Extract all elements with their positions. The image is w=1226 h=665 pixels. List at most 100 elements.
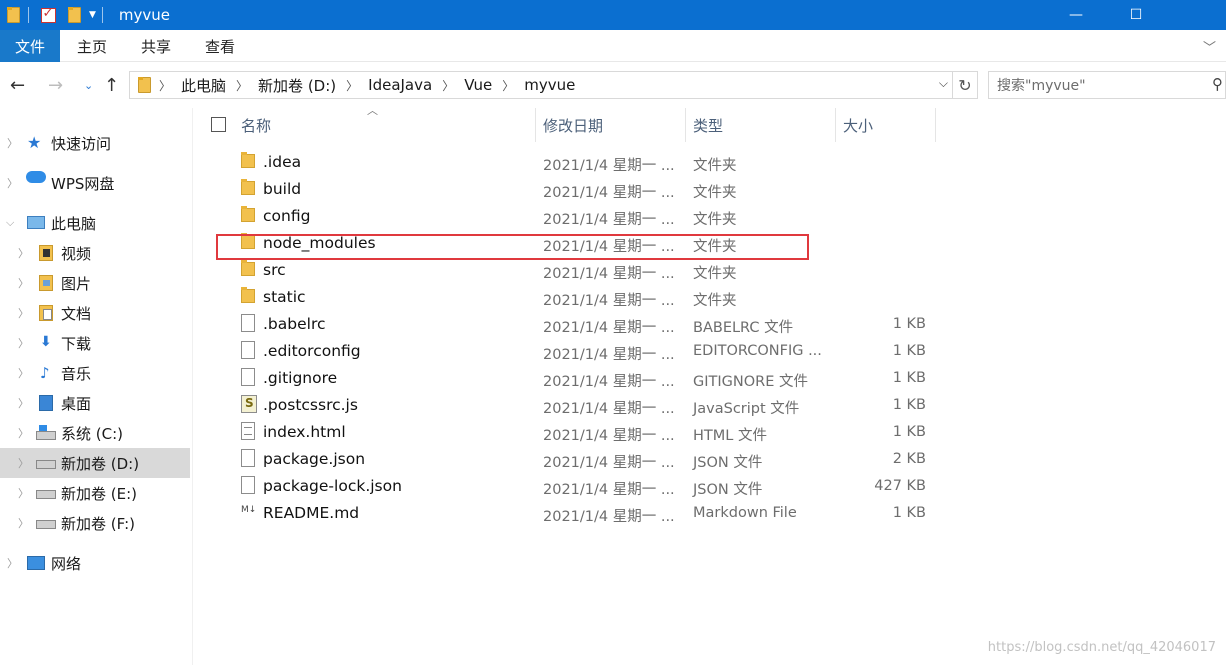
tab-home[interactable]: 主页 [60,30,124,62]
file-row[interactable]: build 2021/1/4 星期一 ... 文件夹 [195,176,1226,203]
nav-item-network[interactable]: 〉 网络 [0,548,190,578]
breadcrumb-this-pc[interactable]: 此电脑 [181,75,226,96]
file-size: 1 KB [892,316,926,332]
drive-icon [36,490,56,499]
nav-item-drive-f[interactable]: 〉 新加卷 (F:) [0,508,190,538]
refresh-button[interactable]: ↻ [953,71,978,99]
customize-toolbar-icon[interactable]: ▼ [89,10,96,20]
breadcrumb-myvue[interactable]: myvue [524,76,575,94]
column-divider[interactable] [835,108,836,142]
network-icon [27,556,45,570]
file-row[interactable]: .babelrc 2021/1/4 星期一 ... BABELRC 文件 1 K… [195,311,1226,338]
nav-item-music[interactable]: 〉 ♪ 音乐 [0,358,190,388]
expand-icon[interactable]: 〉 [18,245,29,261]
properties-icon[interactable] [39,6,57,24]
expand-icon[interactable]: 〉 [18,395,29,411]
select-all-checkbox[interactable] [211,117,226,132]
file-date: 2021/1/4 星期一 ... [543,320,675,336]
new-folder-icon[interactable] [65,6,83,24]
file-name: .idea [263,153,302,171]
folder-icon [241,206,255,222]
nav-item-this-pc[interactable]: ⌵ 此电脑 [0,208,190,238]
chevron-right-icon[interactable]: 〉 [442,77,454,94]
collapse-icon[interactable]: ⌵ [6,216,14,230]
column-divider[interactable] [935,108,936,142]
recent-locations-icon[interactable]: ⌄ [84,79,93,92]
address-row: ← → ⌄ ↑ 〉 此电脑 〉 新加卷 (D:) 〉 IdeaJava 〉 Vu… [0,62,1226,108]
file-row[interactable]: src 2021/1/4 星期一 ... 文件夹 [195,257,1226,284]
up-button[interactable]: ↑ [104,75,119,96]
file-type: 文件夹 [693,293,737,309]
search-input[interactable]: 搜索"myvue" ⚲ [988,71,1226,99]
chevron-right-icon[interactable]: 〉 [346,77,358,94]
minimize-button[interactable]: — [1046,0,1106,30]
expand-icon[interactable]: 〉 [18,335,29,351]
nav-item-desktop[interactable]: 〉 桌面 [0,388,190,418]
expand-icon[interactable]: 〉 [7,175,18,191]
nav-item-wps-drive[interactable]: 〉 WPS网盘 [0,168,190,198]
breadcrumb-vue[interactable]: Vue [464,76,492,94]
column-name[interactable]: 名称 [241,108,271,142]
breadcrumb-drive-d[interactable]: 新加卷 (D:) [258,75,336,96]
search-icon[interactable]: ⚲ [1212,75,1223,93]
expand-icon[interactable]: 〉 [18,425,29,441]
file-date: 2021/1/4 星期一 ... [543,509,675,525]
nav-item-downloads[interactable]: 〉 ⬇ 下载 [0,328,190,358]
file-name: package.json [263,450,366,468]
close-button[interactable] [1166,0,1226,30]
file-name: .babelrc [263,315,326,333]
column-divider[interactable] [685,108,686,142]
column-date[interactable]: 修改日期 [543,108,603,142]
nav-label: 网络 [51,554,82,573]
file-row[interactable]: .editorconfig 2021/1/4 星期一 ... EDITORCON… [195,338,1226,365]
nav-item-pictures[interactable]: 〉 图片 [0,268,190,298]
file-row[interactable]: .idea 2021/1/4 星期一 ... 文件夹 [195,149,1226,176]
file-row[interactable]: .gitignore 2021/1/4 星期一 ... GITIGNORE 文件… [195,365,1226,392]
expand-icon[interactable]: 〉 [7,555,18,571]
expand-icon[interactable]: 〉 [18,455,29,471]
nav-item-quick-access[interactable]: 〉 ★ 快速访问 [0,128,190,158]
expand-ribbon-icon[interactable]: ﹀ [1203,37,1216,56]
expand-icon[interactable]: 〉 [18,275,29,291]
file-type: EDITORCONFIG ... [693,343,822,359]
column-divider[interactable] [535,108,536,142]
expand-icon[interactable]: 〉 [18,515,29,531]
tab-view[interactable]: 查看 [188,30,252,62]
file-type: JSON 文件 [693,455,763,471]
nav-item-drive-c[interactable]: 〉 系统 (C:) [0,418,190,448]
nav-item-drive-e[interactable]: 〉 新加卷 (E:) [0,478,190,508]
address-bar[interactable]: 〉 此电脑 〉 新加卷 (D:) 〉 IdeaJava 〉 Vue 〉 myvu… [129,71,953,99]
tab-file[interactable]: 文件 [0,30,61,62]
chevron-right-icon[interactable]: 〉 [502,77,514,94]
file-row[interactable]: package.json 2021/1/4 星期一 ... JSON 文件 2 … [195,446,1226,473]
chevron-right-icon[interactable]: 〉 [159,77,171,94]
file-icon [241,449,255,467]
nav-item-drive-d[interactable]: 〉 新加卷 (D:) [0,448,190,478]
expand-icon[interactable]: 〉 [18,305,29,321]
expand-icon[interactable]: 〉 [7,135,18,151]
file-date: 2021/1/4 星期一 ... [543,185,675,201]
file-row[interactable]: .postcssrc.js 2021/1/4 星期一 ... JavaScrip… [195,392,1226,419]
file-row[interactable]: README.md 2021/1/4 星期一 ... Markdown File… [195,500,1226,527]
expand-icon[interactable]: 〉 [18,485,29,501]
maximize-button[interactable]: ☐ [1106,0,1166,30]
file-row[interactable]: config 2021/1/4 星期一 ... 文件夹 [195,203,1226,230]
file-size: 1 KB [892,505,926,521]
tab-share[interactable]: 共享 [124,30,188,62]
chevron-down-icon[interactable]: ⌵ [939,76,948,91]
column-size[interactable]: 大小 [843,108,873,142]
breadcrumb-ideajava[interactable]: IdeaJava [368,76,432,94]
chevron-right-icon[interactable]: 〉 [236,77,248,94]
file-row[interactable]: package-lock.json 2021/1/4 星期一 ... JSON … [195,473,1226,500]
expand-icon[interactable]: 〉 [18,365,29,381]
column-type[interactable]: 类型 [693,108,723,142]
nav-item-documents[interactable]: 〉 文档 [0,298,190,328]
file-row[interactable]: index.html 2021/1/4 星期一 ... HTML 文件 1 KB [195,419,1226,446]
file-row[interactable]: static 2021/1/4 星期一 ... 文件夹 [195,284,1226,311]
forward-button[interactable]: → [48,75,63,96]
file-type: 文件夹 [693,185,737,201]
file-name: README.md [263,504,360,522]
nav-item-videos[interactable]: 〉 视频 [0,238,190,268]
back-button[interactable]: ← [10,75,25,96]
file-type: 文件夹 [693,158,737,174]
